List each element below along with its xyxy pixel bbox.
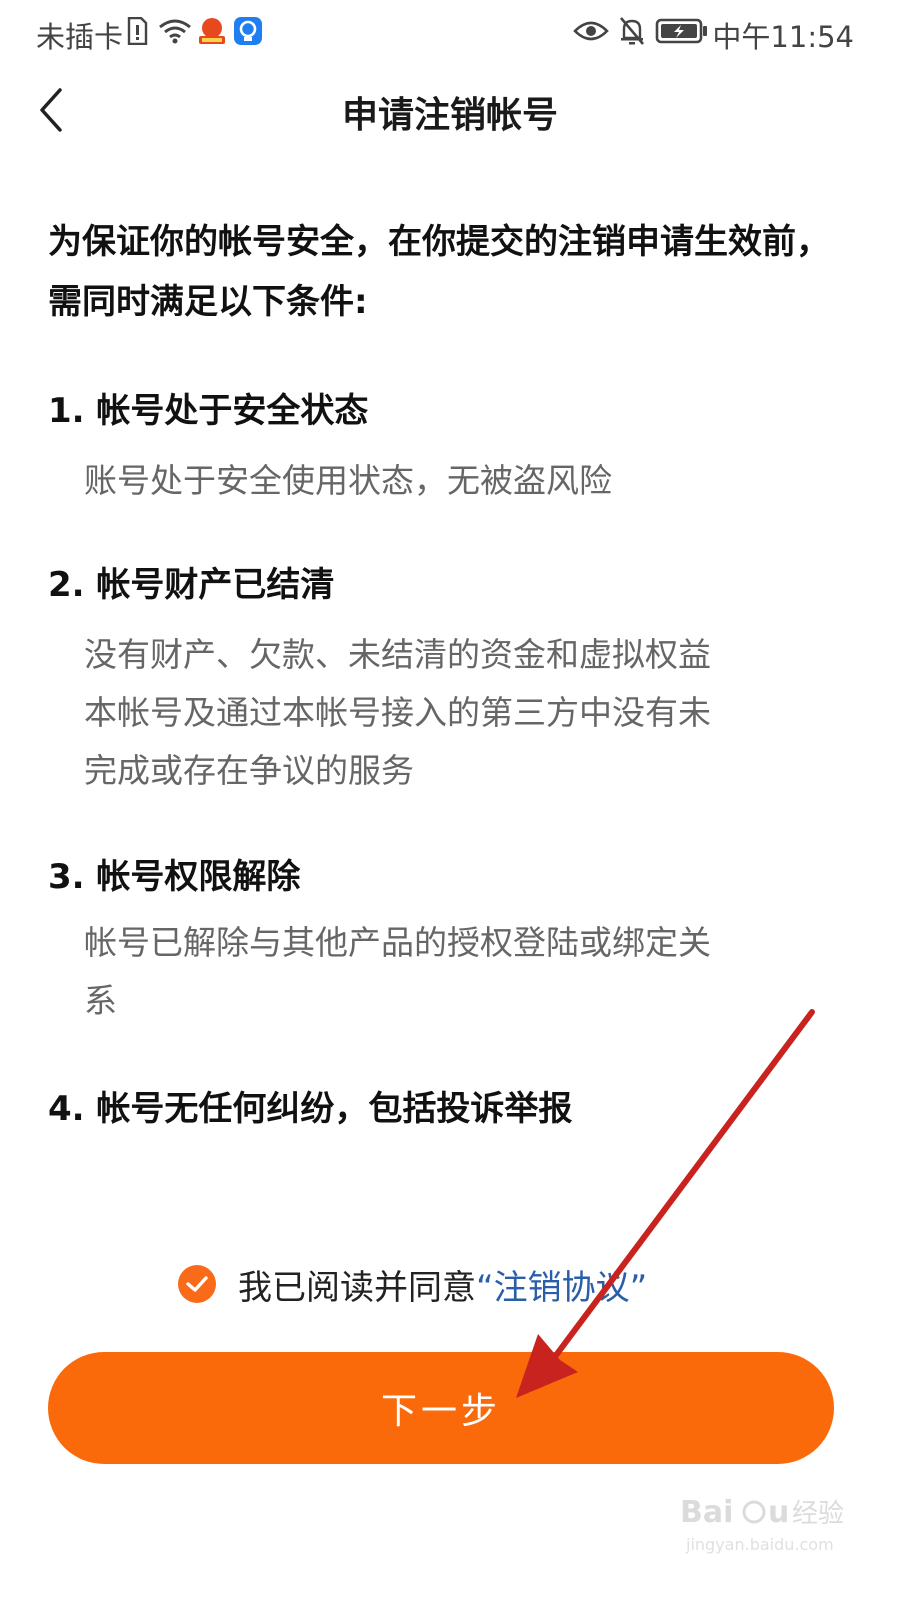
condition-2-desc-line: 本帐号及通过本帐号接入的第三方中没有未 [84,693,711,732]
svg-text:jingyan.baidu.com: jingyan.baidu.com [685,1535,834,1554]
svg-text:u: u [768,1495,789,1530]
next-step-button[interactable]: 下一步 [48,1352,834,1464]
bulb-icon [232,14,264,48]
agreement-row: 我已阅读并同意 “注销协议” [178,1258,647,1310]
check-circle-icon[interactable] [178,1265,216,1303]
eye-icon [572,14,610,48]
svg-text:经验: 经验 [792,1499,844,1529]
mute-bell-icon [616,14,648,48]
condition-2-desc-line: 完成或存在争议的服务 [84,751,414,790]
condition-2-desc-line: 没有财产、欠款、未结清的资金和虚拟权益 [84,635,711,674]
svg-text:Bai: Bai [680,1495,733,1530]
condition-1-title: 1. 帐号处于安全状态 [48,391,369,431]
condition-3-desc-line: 帐号已解除与其他产品的授权登陆或绑定关 [84,923,711,962]
condition-1-desc-line: 账号处于安全使用状态，无被盗风险 [84,461,612,500]
intro-text: 为保证你的帐号安全，在你提交的注销申请生效前，需同时满足以下条件: [48,222,830,322]
condition-3-title: 3. 帐号权限解除 [48,857,301,897]
carrier-label: 未插卡 [36,20,124,54]
agreement-link[interactable]: “注销协议” [476,1260,647,1309]
condition-4-title: 4. 帐号无任何纠纷，包括投诉举报 [48,1089,573,1129]
status-bar: 未插卡 中午11:54 [0,0,900,64]
baidu-jingyan-watermark-icon: Bai u 经验 jingyan.baidu.com [680,1495,844,1554]
app-badge-icon [196,14,228,48]
navigation-header: 申请注销帐号 [0,64,900,156]
condition-3-desc-line: 系 [84,981,117,1020]
page-title: 申请注销帐号 [341,95,558,136]
sim-alert-icon [124,14,150,48]
battery-charging-icon [654,14,710,48]
wifi-icon [156,14,194,48]
agreement-text: 我已阅读并同意 [238,1267,476,1308]
condition-2-title: 2. 帐号财产已结清 [48,565,335,605]
next-step-label: 下一步 [380,1391,501,1432]
status-time: 中午11:54 [712,20,854,54]
